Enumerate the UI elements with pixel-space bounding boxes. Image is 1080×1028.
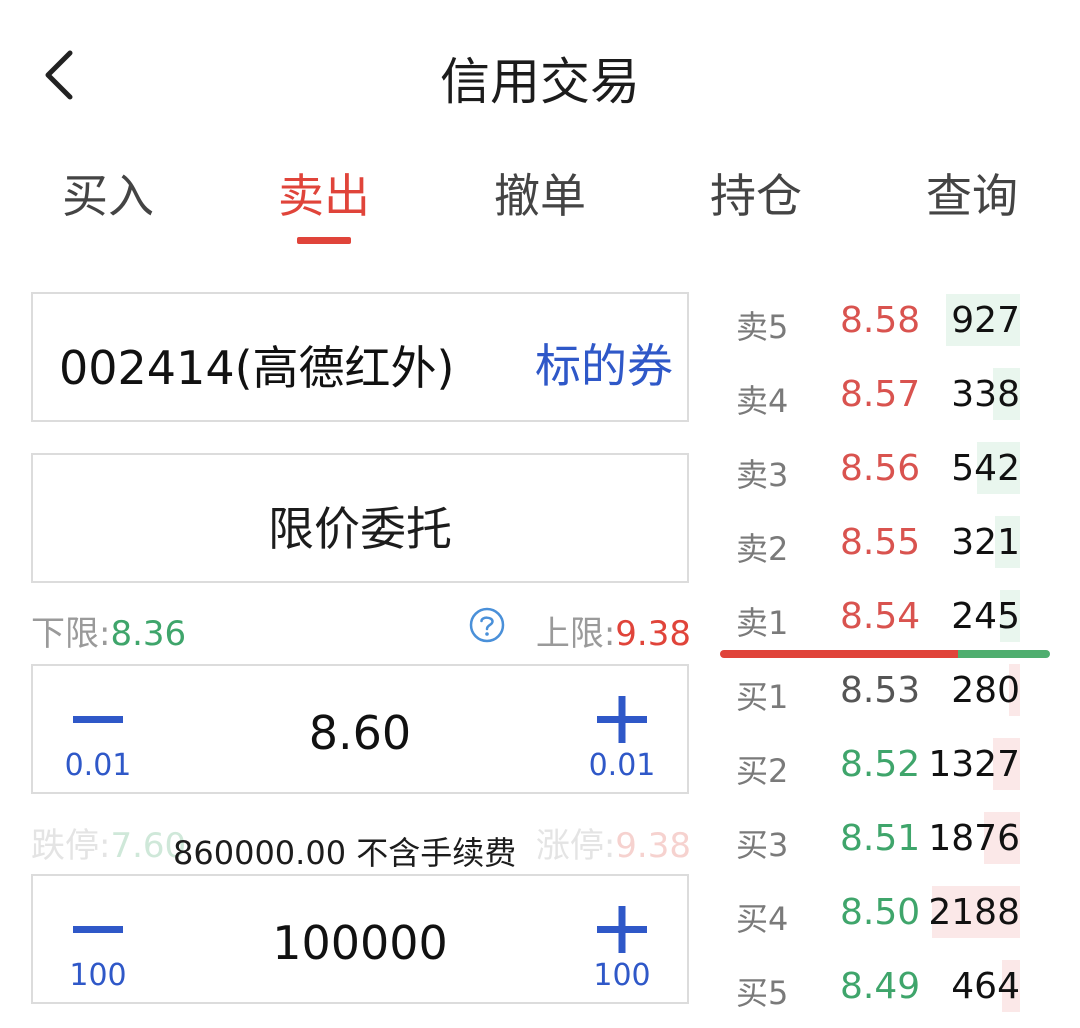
ask-row[interactable]: 卖3 8.56 542 xyxy=(720,440,1050,500)
limit-down-label: 跌停: xyxy=(31,826,111,866)
upper-limit: 上限:9.38 xyxy=(536,606,691,655)
level-volume: 927 xyxy=(951,300,1020,341)
bid-row[interactable]: 买3 8.51 1876 xyxy=(720,810,1050,870)
level-label: 卖2 xyxy=(736,530,789,568)
quantity-decrease-step: 100 xyxy=(69,958,127,993)
ask-row[interactable]: 卖4 8.57 338 xyxy=(720,366,1050,426)
price-decrease-button[interactable]: 0.01 xyxy=(33,666,163,792)
level-label: 卖5 xyxy=(736,308,789,346)
minus-icon xyxy=(73,926,123,933)
tab-sell[interactable]: 卖出 xyxy=(254,160,394,226)
level-volume: 280 xyxy=(951,670,1020,711)
header-bar: 信用交易 xyxy=(0,0,1080,150)
level-label: 买4 xyxy=(736,900,789,938)
price-increase-button[interactable]: 0.01 xyxy=(557,666,687,792)
quantity-stepper: 100 100000 100 xyxy=(31,874,689,1004)
ask-row[interactable]: 卖5 8.58 927 xyxy=(720,292,1050,352)
level-price: 8.52 xyxy=(840,744,921,785)
level-price: 8.49 xyxy=(840,966,921,1007)
order-type-label: 限价委托 xyxy=(268,502,452,556)
limit-down: 跌停:7.60 xyxy=(31,818,186,867)
ask-row[interactable]: 卖1 8.54 245 xyxy=(720,588,1050,648)
level-label: 买3 xyxy=(736,826,789,864)
level-volume: 338 xyxy=(951,374,1020,415)
plus-icon xyxy=(597,906,647,953)
level-price: 8.51 xyxy=(840,818,921,859)
upper-limit-label: 上限: xyxy=(535,614,616,654)
price-stepper: 0.01 8.60 0.01 xyxy=(31,664,689,794)
tab-cancel-order[interactable]: 撤单 xyxy=(470,160,610,226)
help-icon[interactable] xyxy=(468,606,506,644)
level-label: 卖4 xyxy=(736,382,789,420)
level-volume: 245 xyxy=(951,596,1020,637)
bid-row[interactable]: 买2 8.52 1327 xyxy=(720,736,1050,796)
bid-ask-ratio-bar xyxy=(720,650,1050,658)
stop-limits-row: 跌停:7.60 涨停:9.38 860000.00 不含手续费 xyxy=(31,812,691,872)
bid-row[interactable]: 买4 8.50 2188 xyxy=(720,884,1050,944)
quantity-input[interactable]: 100000 xyxy=(163,916,557,970)
price-increase-step: 0.01 xyxy=(588,748,656,783)
tab-query[interactable]: 查询 xyxy=(902,160,1042,226)
level-volume: 1327 xyxy=(928,744,1020,785)
limit-up-value: 9.38 xyxy=(615,826,691,866)
level-label: 买5 xyxy=(736,974,789,1012)
tab-bar: 买入 卖出 撤单 持仓 查询 xyxy=(0,160,1080,250)
bid-ratio-segment xyxy=(720,650,958,658)
limit-up: 涨停:9.38 xyxy=(536,818,691,867)
quantity-increase-step: 100 xyxy=(593,958,651,993)
level-volume: 2188 xyxy=(928,892,1020,933)
level-price: 8.55 xyxy=(840,522,921,563)
level-price: 8.50 xyxy=(840,892,921,933)
bid-row[interactable]: 买1 8.53 280 xyxy=(720,662,1050,722)
upper-limit-value: 9.38 xyxy=(615,614,691,654)
limit-up-label: 涨停: xyxy=(535,826,616,866)
plus-icon xyxy=(597,696,647,743)
active-tab-indicator xyxy=(297,237,351,244)
level-label: 卖1 xyxy=(736,604,789,642)
level-price: 8.56 xyxy=(840,448,921,489)
lower-limit-label: 下限: xyxy=(31,614,111,654)
level-price: 8.58 xyxy=(840,300,921,341)
page-title: 信用交易 xyxy=(440,53,640,111)
bid-row[interactable]: 买5 8.49 464 xyxy=(720,958,1050,1018)
order-amount-note: 860000.00 不含手续费 xyxy=(173,834,517,872)
level-volume: 542 xyxy=(951,448,1020,489)
level-label: 买2 xyxy=(736,752,789,790)
lower-limit: 下限:8.36 xyxy=(31,606,186,655)
level-volume: 1876 xyxy=(928,818,1020,859)
ask-ratio-segment xyxy=(958,650,1050,658)
level-price: 8.53 xyxy=(840,670,921,711)
level-label: 买1 xyxy=(736,678,789,716)
price-input[interactable]: 8.60 xyxy=(163,706,557,760)
level-volume: 321 xyxy=(951,522,1020,563)
ask-row[interactable]: 卖2 8.55 321 xyxy=(720,514,1050,574)
price-decrease-step: 0.01 xyxy=(64,748,132,783)
level-price: 8.54 xyxy=(840,596,921,637)
price-limits-row: 下限:8.36 上限:9.38 xyxy=(31,602,691,655)
order-type-select[interactable]: 限价委托 xyxy=(31,453,689,583)
quantity-increase-button[interactable]: 100 xyxy=(557,876,687,1002)
quantity-decrease-button[interactable]: 100 xyxy=(33,876,163,1002)
minus-icon xyxy=(73,716,123,723)
tab-buy[interactable]: 买入 xyxy=(38,160,178,226)
level-label: 卖3 xyxy=(736,456,789,494)
lower-limit-value: 8.36 xyxy=(110,614,187,654)
level-volume: 464 xyxy=(951,966,1020,1007)
stock-selector[interactable]: 002414(高德红外) 标的券 xyxy=(31,292,689,422)
order-book: 卖5 8.58 927 卖4 8.57 338 卖3 8.56 542 卖2 8.55 321 卖1 8.… xyxy=(720,290,1050,1028)
underlying-security-tag[interactable]: 标的券 xyxy=(535,330,673,396)
tab-positions[interactable]: 持仓 xyxy=(686,160,826,226)
level-price: 8.57 xyxy=(840,374,921,415)
stock-code-name: 002414(高德红外) xyxy=(59,341,455,395)
